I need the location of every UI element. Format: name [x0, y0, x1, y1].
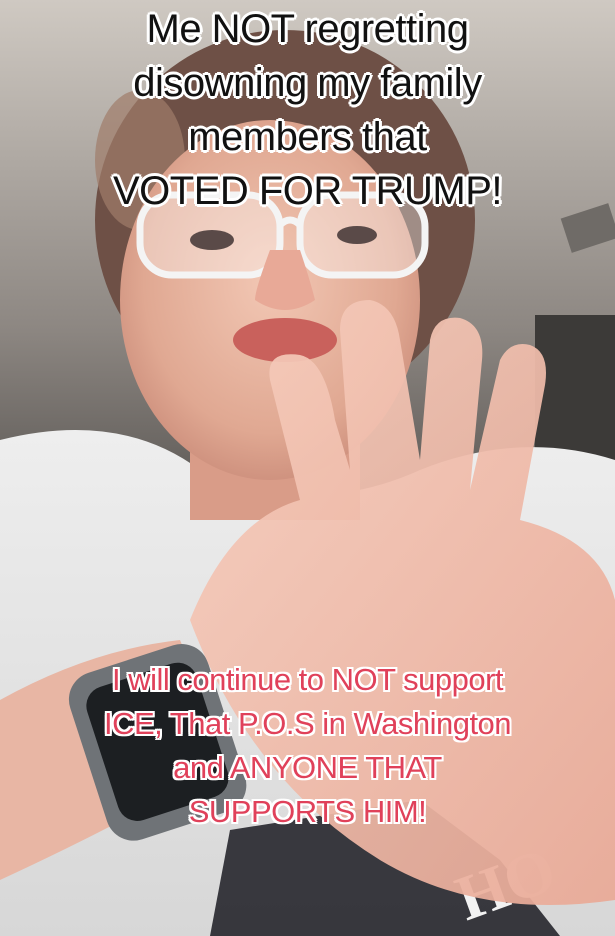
top-caption-line: VOTED FOR TRUMP!	[112, 169, 503, 213]
bottom-caption: I will continue to NOT support ICE, That…	[0, 658, 615, 834]
bottom-caption-line: ICE, That P.O.S in Washington	[103, 706, 512, 741]
left-eye	[190, 230, 234, 250]
bottom-caption-line: and ANYONE THAT	[173, 750, 442, 785]
bottom-caption-line: SUPPORTS HIM!	[188, 794, 427, 829]
top-caption-line: disowning my family	[133, 61, 482, 105]
top-caption-line: members that	[188, 115, 427, 159]
top-caption: Me NOT regretting disowning my family me…	[0, 2, 615, 218]
top-caption-line: Me NOT regretting	[146, 7, 470, 51]
video-frame: HO Me NOT regretting disowning my family…	[0, 0, 615, 936]
right-eye	[337, 226, 377, 244]
bottom-caption-line: I will continue to NOT support	[111, 662, 504, 697]
